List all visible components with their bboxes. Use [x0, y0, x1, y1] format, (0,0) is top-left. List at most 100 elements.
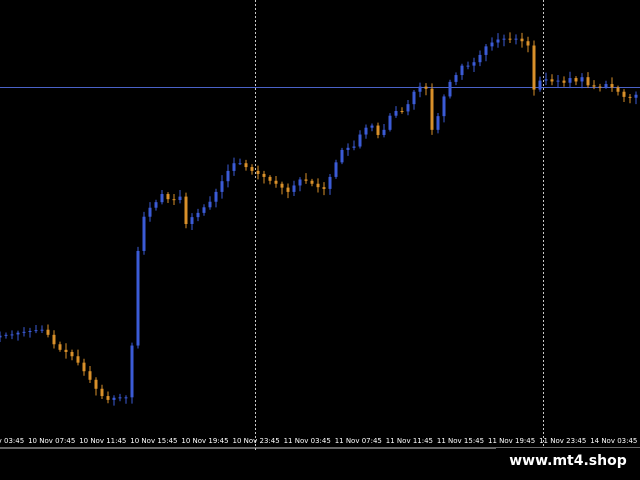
candle-body — [286, 187, 290, 192]
candle-body — [268, 176, 272, 181]
candle-body — [526, 41, 530, 46]
x-tick-label: 10 Nov 07:45 — [28, 437, 75, 445]
candle-body — [598, 86, 602, 88]
candle-body — [238, 163, 242, 165]
candle-body — [532, 45, 536, 90]
candle-body — [424, 86, 428, 89]
candle-body — [310, 180, 314, 184]
candle-body — [418, 86, 422, 92]
candle-body — [466, 65, 470, 67]
candle-body — [226, 170, 230, 182]
candle-body — [406, 104, 410, 112]
candle-body — [220, 181, 224, 192]
candle-body — [352, 146, 356, 148]
x-tick-label: 10 Nov 23:45 — [233, 437, 280, 445]
candle-body — [400, 111, 404, 112]
candle-body — [436, 116, 440, 130]
watermark: www.mt4.shop — [496, 448, 640, 474]
candle-body — [514, 38, 518, 40]
x-tick-label: 10 Nov 03:45 — [0, 437, 24, 445]
candle-body — [556, 80, 560, 82]
candle-body — [568, 78, 572, 83]
candle-body — [322, 187, 326, 189]
candle-body — [124, 397, 128, 399]
candle-body — [214, 191, 218, 202]
candle-body — [604, 84, 608, 88]
candle-body — [550, 79, 554, 82]
chart-svg[interactable]: 10 Nov 03:45 10 Nov 07:45 10 Nov 11:45 10 N… — [0, 0, 640, 480]
candle-body — [142, 216, 146, 251]
candle-body — [76, 356, 80, 363]
candle-body — [388, 115, 392, 130]
candle-body — [250, 167, 254, 171]
candle-body — [508, 38, 512, 40]
candle-body — [502, 38, 506, 40]
candle-body — [580, 77, 584, 82]
candle-body — [178, 196, 182, 201]
candle-body — [4, 334, 8, 336]
candle-body — [304, 179, 308, 181]
candle-body — [430, 88, 434, 130]
candle-body — [232, 163, 236, 171]
candle-body — [472, 62, 476, 66]
candle-body — [376, 125, 380, 135]
x-tick-label: 10 Nov 19:45 — [181, 437, 228, 445]
x-tick-label: 11 Nov 03:45 — [284, 437, 331, 445]
candle-body — [622, 91, 626, 97]
candle-body — [370, 125, 374, 128]
candle-body — [28, 330, 32, 332]
candle-body — [190, 217, 194, 224]
candle-body — [88, 371, 92, 380]
candle-body — [256, 170, 260, 174]
candle-body — [166, 194, 170, 200]
x-tick-label: 10 Nov 11:45 — [79, 437, 126, 445]
candle-body — [202, 207, 206, 213]
candle-body — [382, 129, 386, 135]
candle-body — [628, 96, 632, 98]
candle-body — [196, 212, 200, 218]
candle-body — [460, 65, 464, 76]
candle-body — [22, 331, 26, 333]
candle-body — [274, 180, 278, 184]
candle-body — [10, 334, 14, 336]
candle-body — [634, 94, 638, 98]
x-tick-label: 11 Nov 15:45 — [437, 437, 484, 445]
candle-body — [442, 96, 446, 117]
candle-body — [478, 54, 482, 63]
candle-body — [94, 379, 98, 389]
candle-body — [316, 183, 320, 188]
candle-body — [520, 38, 524, 42]
candle-body — [0, 335, 2, 338]
candle-body — [358, 134, 362, 147]
candle-body — [46, 329, 50, 335]
candle-body — [484, 46, 488, 55]
x-tick-label: 14 Nov 03:45 — [590, 437, 637, 445]
candle-body — [544, 79, 548, 81]
candle-body — [346, 147, 350, 150]
candle-body — [280, 183, 284, 188]
candle-body — [244, 163, 248, 168]
x-tick-label: 11 Nov 11:45 — [386, 437, 433, 445]
candle-body — [118, 397, 122, 399]
candle-body — [70, 351, 74, 357]
candle-body — [64, 349, 68, 352]
candle-body — [82, 362, 86, 372]
x-tick-label: 11 Nov 19:45 — [488, 437, 535, 445]
candle-body — [106, 396, 110, 400]
candle-body — [172, 199, 176, 201]
candle-body — [562, 80, 566, 83]
candle-body — [40, 329, 44, 331]
candle-body — [154, 202, 158, 208]
candle-body — [496, 39, 500, 43]
candle-body — [340, 149, 344, 163]
candle-body — [610, 84, 614, 88]
candle-body — [364, 127, 368, 135]
price-chart[interactable]: 10 Nov 03:45 10 Nov 07:45 10 Nov 11:45 10 N… — [0, 0, 640, 480]
candle-body — [616, 87, 620, 92]
candle-body — [34, 330, 38, 332]
candle-body — [448, 81, 452, 97]
candle-body — [538, 80, 542, 90]
candle-body — [328, 176, 332, 189]
candle-body — [292, 185, 296, 192]
candle-body — [148, 207, 152, 217]
